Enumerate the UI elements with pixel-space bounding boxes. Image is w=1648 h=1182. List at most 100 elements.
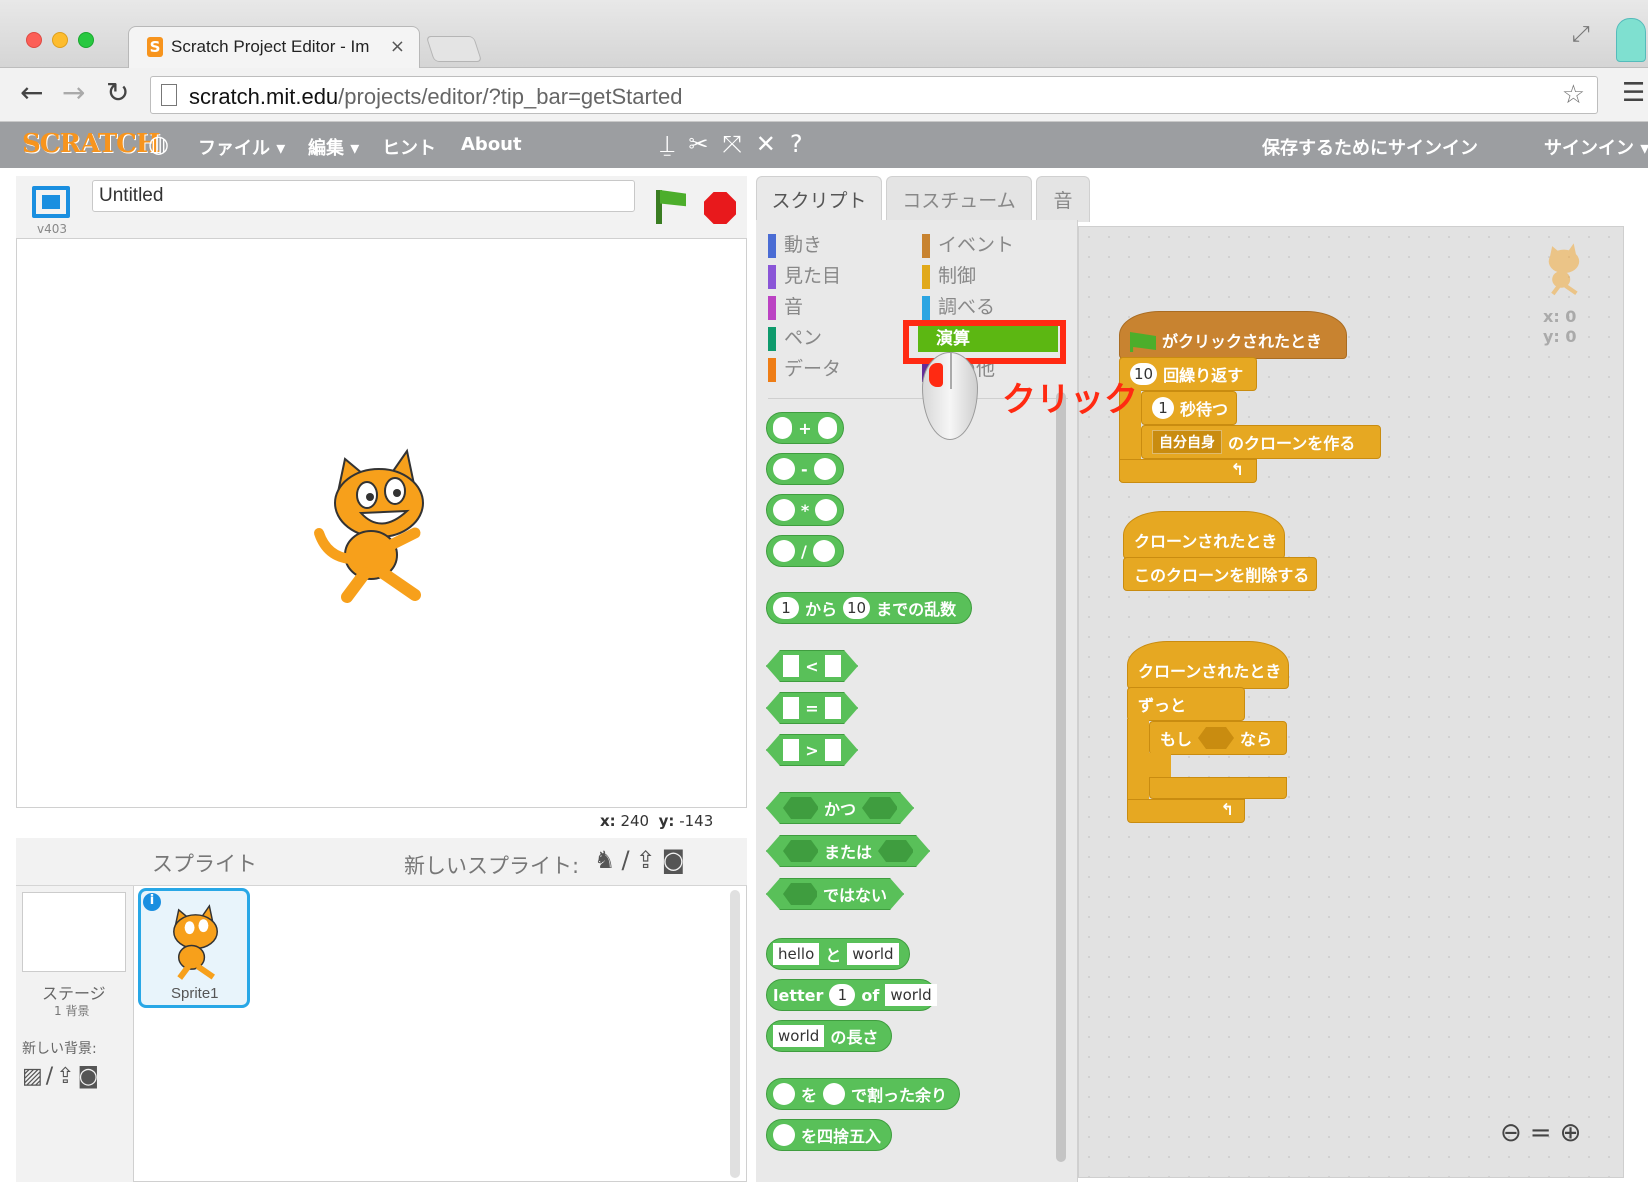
join-input-a[interactable]: hello [773,943,820,965]
add-block[interactable]: + [766,412,844,444]
input-slot[interactable] [817,417,837,439]
clone-target-dropdown[interactable]: 自分自身 [1152,430,1222,454]
backdrop-library-icon[interactable]: ▨ [22,1064,46,1089]
create-clone-block[interactable]: 自分自身 のクローンを作る [1141,425,1381,459]
input-slot[interactable] [783,655,799,677]
category-events[interactable]: イベント [922,230,1014,258]
when-clone-starts-block[interactable]: クローンされたとき [1123,511,1285,559]
join-block[interactable]: hello と world [766,938,910,970]
boolean-slot[interactable] [783,840,818,862]
condition-slot[interactable] [1198,727,1235,749]
input-slot[interactable] [823,1083,846,1105]
forever-block[interactable]: ずっと [1127,687,1245,721]
input-slot[interactable] [815,499,837,521]
tab-sounds[interactable]: 音 [1036,176,1090,222]
join-input-b[interactable]: world [847,943,899,965]
camera-backdrop-icon[interactable]: ◙ [78,1064,102,1089]
input-slot[interactable] [773,1124,795,1146]
boolean-slot[interactable] [783,797,818,819]
close-window-button[interactable] [26,32,42,48]
category-motion[interactable]: 動き [768,230,822,258]
fullscreen-icon[interactable]: ⤢ [1572,22,1590,47]
category-sensing[interactable]: 調べる [922,292,995,320]
scratch-logo[interactable]: SCRATCH [22,129,160,161]
menu-icon[interactable]: ☰ [1622,78,1645,108]
category-data[interactable]: データ [768,354,841,382]
duplicate-icon[interactable]: ⍊ [660,130,688,158]
project-title-input[interactable] [92,180,635,212]
length-block[interactable]: world の長さ [766,1020,892,1052]
upload-icon[interactable]: ⇪ [636,846,662,874]
cut-icon[interactable]: ✂ [688,130,722,158]
sprite-scrollbar[interactable] [730,890,740,1178]
tab-costumes[interactable]: コスチューム [886,176,1032,222]
edit-menu[interactable]: 編集 ▾ [308,134,359,160]
divide-block[interactable]: / [766,535,844,567]
input-slot[interactable] [773,540,795,562]
boolean-slot[interactable] [862,797,897,819]
category-looks[interactable]: 見た目 [768,261,841,289]
paint-icon[interactable]: / [622,846,636,874]
delete-clone-block[interactable]: このクローンを削除する [1123,557,1317,591]
less-than-block[interactable]: < [766,650,858,682]
zoom-window-button[interactable] [78,32,94,48]
stage-thumbnail[interactable] [22,892,126,972]
boolean-slot[interactable] [783,883,817,905]
random-to-input[interactable]: 10 [843,597,871,619]
sprite-thumbnail-sprite1[interactable]: i Sprite1 [138,888,250,1008]
star-icon[interactable]: ☆ [1562,80,1585,110]
tab-scripts[interactable]: スクリプト [756,176,882,222]
if-block[interactable]: もし なら [1149,721,1287,755]
multiply-block[interactable]: * [766,494,844,526]
new-tab-button[interactable] [425,36,483,62]
length-string-input[interactable]: world [773,1025,825,1047]
browser-tab[interactable]: S Scratch Project Editor - Im × [128,26,420,68]
greater-than-block[interactable]: > [766,734,858,766]
subtract-block[interactable]: - [766,453,844,485]
cat-sprite[interactable] [307,437,457,607]
and-block[interactable]: かつ [766,792,914,824]
sprite-library-icon[interactable]: ♞ [594,846,622,874]
input-slot[interactable] [813,458,836,480]
random-from-input[interactable]: 1 [773,597,799,619]
profile-avatar[interactable] [1616,18,1646,62]
input-slot[interactable] [773,499,795,521]
random-block[interactable]: 1 から 10 までの乱数 [766,592,972,624]
zoom-out-icon[interactable]: ⊖ [1500,1118,1530,1148]
signin-menu[interactable]: サインイン ▾ [1544,134,1648,160]
letter-index-input[interactable]: 1 [829,984,856,1006]
globe-icon[interactable]: ◍ [148,130,169,158]
input-slot[interactable] [773,458,795,480]
category-pen[interactable]: ペン [768,323,822,351]
wait-seconds-input[interactable]: 1 [1152,397,1174,419]
input-slot[interactable] [825,739,841,761]
not-block[interactable]: ではない [766,878,904,910]
boolean-slot[interactable] [878,840,913,862]
script-area[interactable]: x: 0 y: 0 がクリックされたとき 10 回繰り返す 1 秒待つ 自分自身 のク… [1078,226,1624,1178]
stage-canvas[interactable] [16,238,747,808]
palette-scrollbar[interactable] [1056,392,1066,1162]
input-slot[interactable] [773,1083,795,1105]
help-icon[interactable]: ? [790,130,817,158]
tab-close-icon[interactable]: × [390,36,405,57]
zoom-in-icon[interactable]: ⊕ [1560,1118,1590,1148]
round-block[interactable]: を四捨五入 [766,1119,892,1151]
presentation-mode-icon[interactable] [32,186,70,218]
input-slot[interactable] [783,697,799,719]
save-signin-link[interactable]: 保存するためにサインイン [1262,134,1478,160]
wait-block[interactable]: 1 秒待つ [1141,391,1237,425]
input-slot[interactable] [825,697,841,719]
camera-icon[interactable]: ◙ [662,846,691,874]
minimize-window-button[interactable] [52,32,68,48]
file-menu[interactable]: ファイル ▾ [198,134,285,160]
letter-of-block[interactable]: letter 1 of world [766,979,937,1011]
repeat-block[interactable]: 10 回繰り返す [1119,357,1257,391]
input-slot[interactable] [773,417,793,439]
category-sound[interactable]: 音 [768,292,803,320]
zoom-reset-icon[interactable]: = [1530,1118,1560,1148]
equals-block[interactable]: = [766,692,858,724]
input-slot[interactable] [825,655,841,677]
about-menu[interactable]: About [461,134,522,155]
back-icon[interactable]: ← [20,76,43,109]
upload-backdrop-icon[interactable]: ⇪ [56,1064,77,1089]
